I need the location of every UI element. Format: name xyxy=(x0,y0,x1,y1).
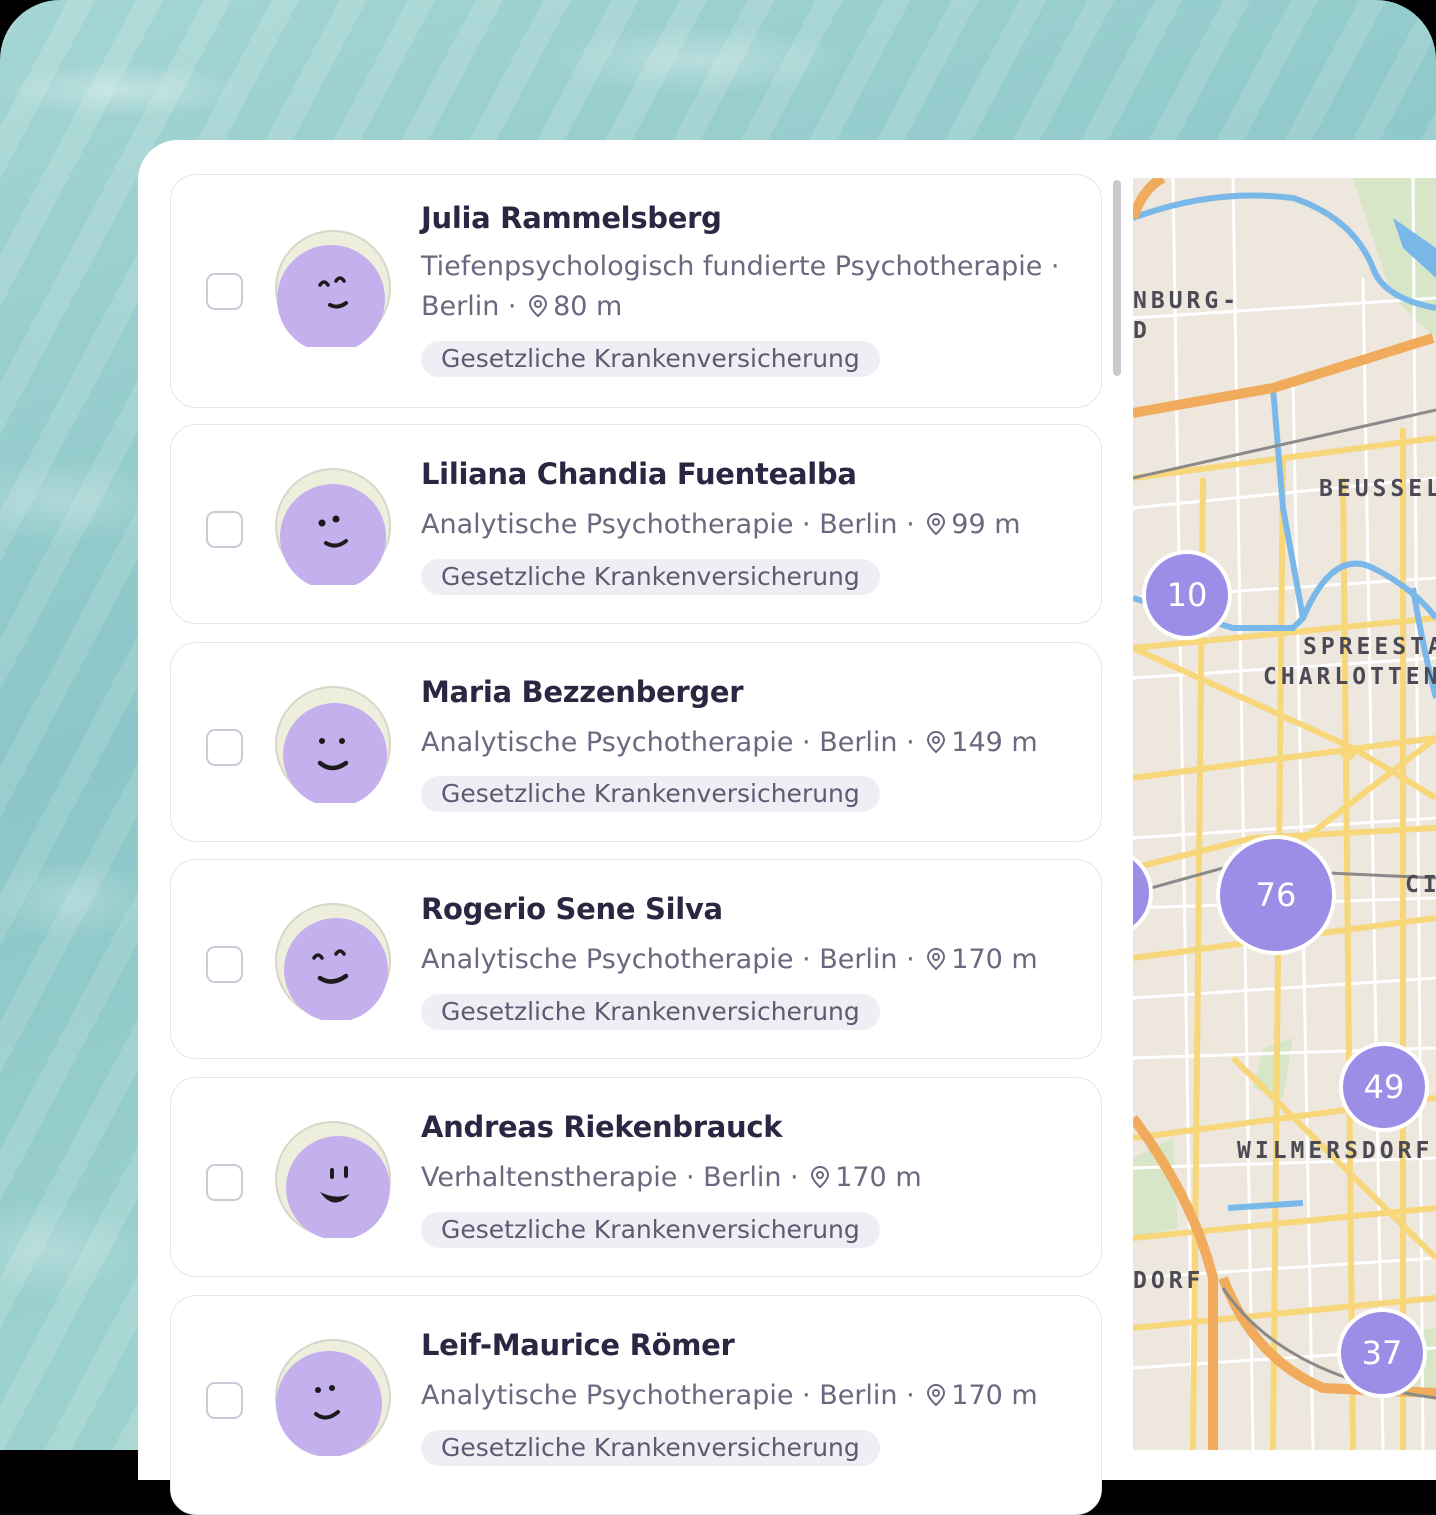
avatar-smile-icon xyxy=(275,1339,391,1456)
map-label: WILMERSDORF xyxy=(1237,1138,1434,1164)
avatar-smile-icon xyxy=(275,468,391,585)
map-label: CHARLOTTEN xyxy=(1263,664,1436,690)
insurance-badge: Gesetzliche Krankenversicherung xyxy=(421,776,880,812)
map-label: CI xyxy=(1405,872,1436,898)
therapist-method: Verhaltenstherapie · Berlin · xyxy=(421,1162,808,1193)
therapist-card[interactable]: Leif-Maurice Römer Analytische Psychothe… xyxy=(170,1295,1102,1515)
insurance-badge: Gesetzliche Krankenversicherung xyxy=(421,1430,880,1466)
therapist-distance: 170 m xyxy=(951,944,1038,975)
location-pin-icon xyxy=(927,947,946,971)
map-cluster-marker[interactable]: 76 xyxy=(1216,835,1336,955)
avatar-smile-icon xyxy=(275,230,391,347)
therapist-name[interactable]: Andreas Riekenbrauck xyxy=(421,1110,783,1144)
list-scrollbar[interactable] xyxy=(1113,180,1121,376)
therapist-distance: 170 m xyxy=(835,1162,922,1193)
avatar-smile-icon xyxy=(275,686,391,803)
location-pin-icon xyxy=(927,1383,946,1407)
avatar-smile-icon xyxy=(275,1121,391,1238)
therapist-location: Analytische Psychotherapie · Berlin · 99… xyxy=(421,505,1021,545)
therapist-method: Analytische Psychotherapie · Berlin · xyxy=(421,509,924,540)
therapist-name[interactable]: Liliana Chandia Fuentealba xyxy=(421,457,857,491)
therapist-method: Analytische Psychotherapie · Berlin · xyxy=(421,1380,924,1411)
select-checkbox[interactable] xyxy=(206,273,243,310)
map-label: SPREESTA xyxy=(1303,634,1436,660)
therapist-card[interactable]: Rogerio Sene Silva Analytische Psychothe… xyxy=(170,859,1102,1059)
insurance-badge: Gesetzliche Krankenversicherung xyxy=(421,559,880,595)
therapist-card[interactable]: Andreas Riekenbrauck Verhaltenstherapie … xyxy=(170,1077,1102,1277)
therapist-name[interactable]: Julia Rammelsberg xyxy=(421,201,722,235)
therapist-location: Analytische Psychotherapie · Berlin · 14… xyxy=(421,723,1038,763)
therapist-card[interactable]: Maria Bezzenberger Analytische Psychothe… xyxy=(170,642,1102,842)
select-checkbox[interactable] xyxy=(206,946,243,983)
therapist-distance: 99 m xyxy=(951,509,1021,540)
therapist-method: Tiefenpsychologisch fundierte Psychother… xyxy=(421,251,1060,282)
location-pin-icon xyxy=(811,1165,830,1189)
map-view[interactable]: NBURG- D BEUSSEL SPREESTA CHARLOTTEN CI … xyxy=(1133,178,1436,1450)
therapist-distance: 149 m xyxy=(951,727,1038,758)
map-label: DORF xyxy=(1133,1268,1205,1294)
map-label: NBURG- xyxy=(1133,288,1241,314)
select-checkbox[interactable] xyxy=(206,1382,243,1419)
map-label: D xyxy=(1133,318,1151,344)
insurance-badge: Gesetzliche Krankenversicherung xyxy=(421,1212,880,1248)
therapist-location: Berlin · 80 m xyxy=(421,287,622,327)
insurance-badge: Gesetzliche Krankenversicherung xyxy=(421,994,880,1030)
select-checkbox[interactable] xyxy=(206,729,243,766)
map-cluster-marker[interactable]: 37 xyxy=(1337,1308,1427,1398)
therapist-name[interactable]: Leif-Maurice Römer xyxy=(421,1328,735,1362)
therapist-card[interactable]: Liliana Chandia Fuentealba Analytische P… xyxy=(170,424,1102,624)
map-label: BEUSSEL xyxy=(1319,476,1436,502)
therapist-distance: 170 m xyxy=(951,1380,1038,1411)
map-streets xyxy=(1133,178,1436,1450)
location-pin-icon xyxy=(529,294,548,318)
map-cluster-marker[interactable]: 49 xyxy=(1339,1042,1429,1132)
map-cluster-marker[interactable]: 10 xyxy=(1142,550,1232,640)
insurance-badge: Gesetzliche Krankenversicherung xyxy=(421,341,880,377)
location-pin-icon xyxy=(927,512,946,536)
select-checkbox[interactable] xyxy=(206,511,243,548)
location-pin-icon xyxy=(927,730,946,754)
therapist-card[interactable]: Julia Rammelsberg Tiefenpsychologisch fu… xyxy=(170,174,1102,408)
therapist-location: Analytische Psychotherapie · Berlin · 17… xyxy=(421,940,1038,980)
therapist-name[interactable]: Maria Bezzenberger xyxy=(421,675,744,709)
therapist-distance: 80 m xyxy=(553,291,623,322)
select-checkbox[interactable] xyxy=(206,1164,243,1201)
therapist-location: Analytische Psychotherapie · Berlin · 17… xyxy=(421,1376,1038,1416)
therapist-method: Analytische Psychotherapie · Berlin · xyxy=(421,944,924,975)
avatar-smile-icon xyxy=(275,903,391,1020)
therapist-method: Analytische Psychotherapie · Berlin · xyxy=(421,727,924,758)
therapist-city: Berlin · xyxy=(421,291,526,322)
therapist-name[interactable]: Rogerio Sene Silva xyxy=(421,892,723,926)
therapist-location: Verhaltenstherapie · Berlin · 170 m xyxy=(421,1158,922,1198)
